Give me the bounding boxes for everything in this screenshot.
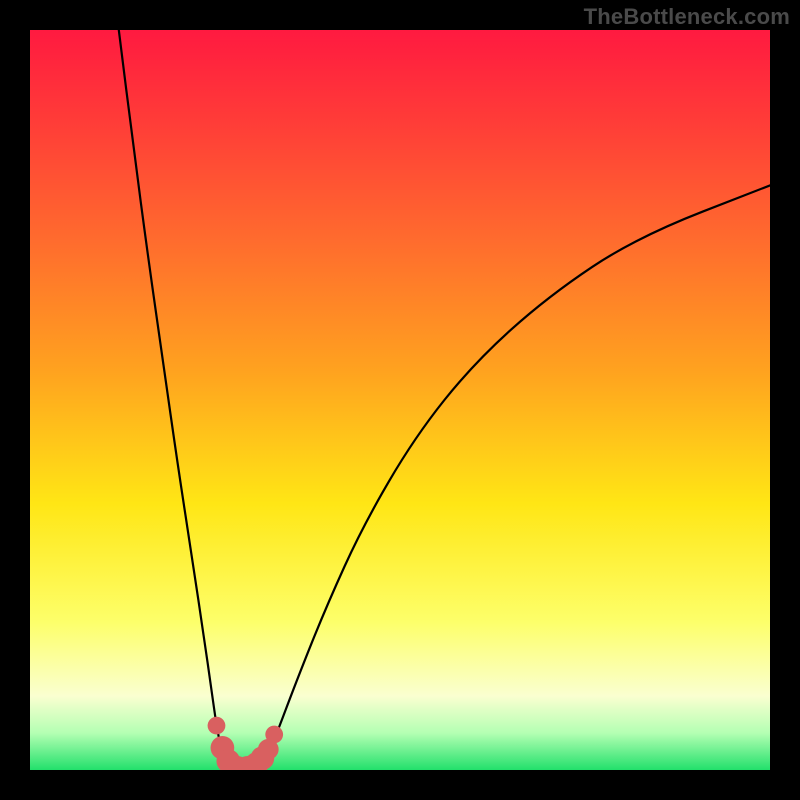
highlight-dot [265,726,283,744]
highlight-dots [208,717,283,770]
bottleneck-curve [119,30,770,769]
chart-svg [30,30,770,770]
chart-frame: TheBottleneck.com [0,0,800,800]
highlight-dot [208,717,226,735]
attribution-text: TheBottleneck.com [584,4,790,30]
plot-area [30,30,770,770]
